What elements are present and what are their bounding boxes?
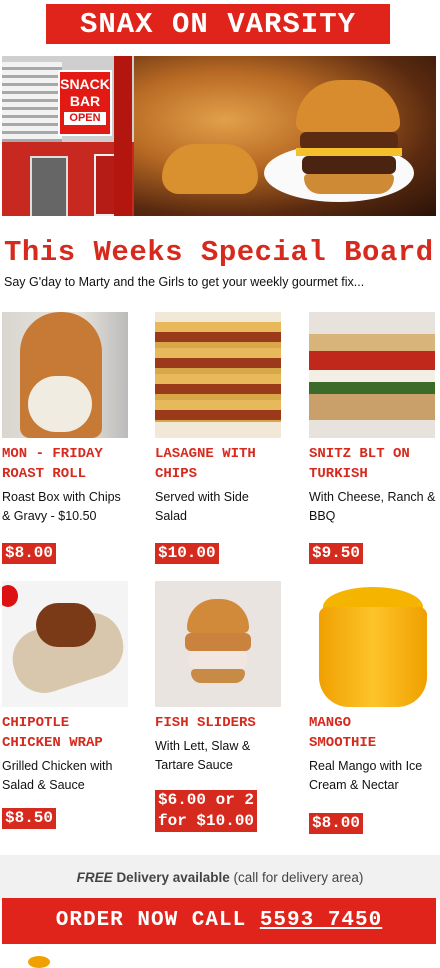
item-description: Real Mango with Ice Cream & Nectar [309,759,423,792]
logo-icon [28,956,50,968]
chipotle-wrap-photo [2,581,128,707]
item-name: CHIPOTLE CHICKEN WRAP [2,715,103,751]
item-description: Roast Box with Chips & Gravy - $10.50 [2,490,121,523]
item-description: With Lett, Slaw & Tartare Sauce [155,739,251,772]
specials-intro: Say G'day to Marty and the Girls to get … [4,275,365,289]
item-description: Served with Side Salad [155,490,249,523]
item-description: Grilled Chicken with Salad & Sauce [2,759,113,792]
price-line-1: $6.00 or 2 [158,791,255,809]
price-fish-sliders: $6.00 or 2 for $10.00 [155,790,258,832]
specials-heading: This Weeks Special Board [4,236,434,269]
item-name: FISH SLIDERS [155,715,256,731]
item-name: SNITZ BLT ON TURKISH [309,446,410,482]
site-title-banner: SNAX ON VARSITY [46,4,390,44]
item-description: With Cheese, Ranch & BBQ [309,490,436,523]
delivery-note: (call for delivery area) [233,870,364,885]
menu-item-chipotle-wrap[interactable]: CHIPOTLE CHICKEN WRAP Grilled Chicken wit… [2,581,130,795]
price-line-2: for $10.00 [158,812,255,830]
item-name: MANGO SMOOTHIE [309,715,377,751]
delivery-main: Delivery available [116,870,230,885]
lasagne-photo [155,312,281,438]
order-now-banner: ORDER NOW CALL 5593 7450 [2,898,436,944]
menu-item-mango-smoothie[interactable]: MANGO SMOOTHIE Real Mango with Ice Cream … [309,581,437,795]
price-roast-roll: $8.00 [2,543,57,564]
price-mango-smoothie: $8.00 [309,813,364,834]
mango-smoothie-photo [309,581,435,707]
sign-line-1: SNACK [60,76,110,92]
snack-bar-sign: SNACK BAR OPEN [58,70,112,136]
roast-roll-photo [2,312,128,438]
item-name: LASAGNE WITH CHIPS [155,446,256,482]
menu-item-lasagne[interactable]: LASAGNE WITH CHIPS Served with Side Salad [155,312,283,526]
pastry [162,144,258,194]
phone-link[interactable]: 5593 7450 [260,909,382,932]
delivery-info: FREE Delivery available (call for delive… [0,855,440,900]
sign-open: OPEN [64,112,106,125]
price-lasagne: $10.00 [155,543,219,564]
snitz-blt-photo [309,312,435,438]
hero-banner-image: SNACK BAR OPEN [2,56,436,216]
free-label: FREE [76,870,113,885]
menu-item-roast-roll[interactable]: MON - FRIDAY ROAST ROLL Roast Box with Ch… [2,312,130,526]
item-name: MON - FRIDAY ROAST ROLL [2,446,103,482]
sign-line-2: BAR [69,93,101,109]
price-chipotle-wrap: $8.50 [2,808,57,829]
footer-strip [0,944,440,968]
menu-item-fish-sliders[interactable]: FISH SLIDERS With Lett, Slaw & Tartare S… [155,581,283,775]
menu-item-snitz-blt[interactable]: SNITZ BLT ON TURKISH With Cheese, Ranch &… [309,312,437,526]
price-snitz-blt: $9.50 [309,543,364,564]
site-title: SNAX ON VARSITY [79,7,357,41]
order-label: ORDER NOW CALL [55,909,247,932]
fish-sliders-photo [155,581,281,707]
sign-pole [114,56,132,216]
